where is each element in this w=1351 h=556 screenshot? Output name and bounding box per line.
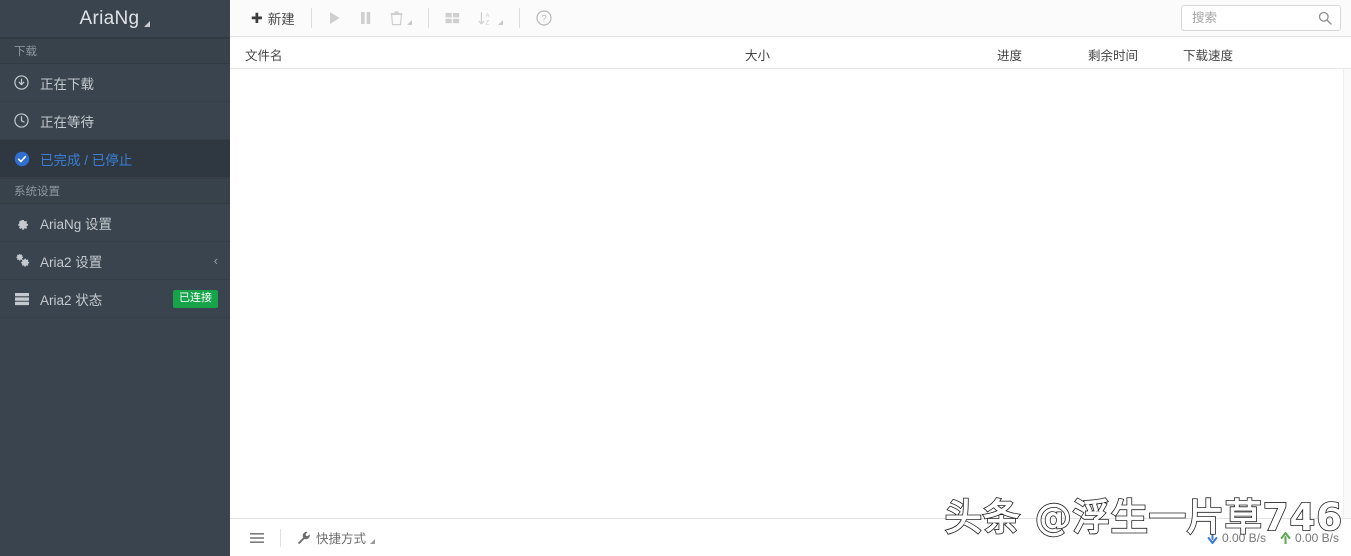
logo-caret-icon xyxy=(144,20,151,27)
help-circle-icon: ? xyxy=(536,10,552,26)
sidebar-item-label: 正在等待 xyxy=(40,114,94,130)
sidebar-section-label: 系统设置 xyxy=(14,186,60,198)
toolbar-divider xyxy=(427,8,429,28)
chevron-left-icon[interactable]: ‹ xyxy=(214,254,218,267)
gear-icon xyxy=(14,215,36,231)
chevron-down-icon[interactable] xyxy=(406,19,412,25)
sidebar-filler xyxy=(0,318,230,556)
status-badge: 已连接 xyxy=(173,289,218,308)
status-bar: 快捷方式 0.00 B/s 0.00 B/s xyxy=(230,518,1351,556)
column-header-progress[interactable]: 进度 xyxy=(997,45,1022,64)
sidebar-item-label: Aria2 设置 xyxy=(40,254,103,270)
main-panel: ✚ 新建 A Z ? 搜索 文件名 大小 进度 剩余时间 下载速度 快捷方式 0… xyxy=(230,0,1351,556)
trash-icon xyxy=(390,10,403,26)
wrench-icon xyxy=(297,531,311,545)
task-list xyxy=(230,69,1351,518)
search-input[interactable] xyxy=(1190,10,1318,26)
vertical-scrollbar[interactable] xyxy=(1343,69,1351,518)
sidebar-item-label: 正在下载 xyxy=(40,76,94,92)
sidebar-item-downloading[interactable]: 正在下载 xyxy=(0,64,230,102)
chevron-down-icon[interactable] xyxy=(370,539,376,544)
app-logo-text: AriaNg xyxy=(79,7,140,29)
menu-button[interactable] xyxy=(244,526,270,550)
column-header-speed[interactable]: 下载速度 xyxy=(1183,45,1233,64)
gears-icon xyxy=(14,253,36,269)
plus-icon: ✚ xyxy=(251,10,263,26)
svg-text:Z: Z xyxy=(485,20,489,26)
sidebar-section-downloads: 下载 xyxy=(0,38,230,64)
arrow-down-icon xyxy=(1207,531,1218,544)
sidebar-section-settings: 系统设置 xyxy=(0,178,230,204)
sidebar-item-label: AriaNg 设置 xyxy=(40,216,113,232)
download-speed-indicator: 0.00 B/s xyxy=(1207,531,1266,545)
sort-button[interactable]: A Z xyxy=(469,5,512,31)
clock-icon xyxy=(14,113,36,128)
sidebar-item-aria2-settings[interactable]: Aria2 设置 ‹ xyxy=(0,242,230,280)
grid-icon xyxy=(445,12,460,25)
upload-speed-value: 0.00 B/s xyxy=(1294,530,1339,545)
server-icon xyxy=(14,292,36,306)
column-header-filename[interactable]: 文件名 xyxy=(245,45,283,64)
start-button[interactable] xyxy=(319,5,350,31)
sidebar-section-label: 下载 xyxy=(14,46,37,58)
play-icon xyxy=(328,11,341,25)
sidebar-item-waiting[interactable]: 正在等待 xyxy=(0,102,230,140)
toolbar-divider xyxy=(310,8,312,28)
sidebar: AriaNg 下载 正在下载 正在等待 已完成 / 已停止 系统设置 AriaN… xyxy=(0,0,230,556)
check-circle-icon xyxy=(14,151,36,167)
shortcut-button[interactable]: 快捷方式 xyxy=(291,526,381,550)
sidebar-item-aria2-status[interactable]: Aria2 状态 已连接 xyxy=(0,280,230,318)
app-logo[interactable]: AriaNg xyxy=(0,0,230,38)
sort-alpha-icon: A Z xyxy=(478,11,494,26)
sidebar-item-finished-stopped[interactable]: 已完成 / 已停止 xyxy=(0,140,230,178)
column-header-remaining[interactable]: 剩余时间 xyxy=(1088,45,1138,64)
upload-speed-indicator: 0.00 B/s xyxy=(1280,531,1339,545)
help-button[interactable]: ? xyxy=(527,5,561,31)
search-box[interactable] xyxy=(1181,5,1341,31)
pause-button[interactable] xyxy=(350,5,381,31)
delete-button[interactable] xyxy=(381,5,421,31)
new-task-button[interactable]: ✚ 新建 xyxy=(242,5,304,31)
svg-text:?: ? xyxy=(541,14,546,25)
shortcut-label: 快捷方式 xyxy=(316,532,367,546)
download-speed-value: 0.00 B/s xyxy=(1221,530,1266,545)
arrow-up-icon xyxy=(1280,531,1291,544)
columns-button[interactable] xyxy=(436,5,469,31)
hamburger-icon xyxy=(250,532,264,544)
sidebar-item-label: 已完成 / 已停止 xyxy=(40,152,133,168)
download-circle-icon xyxy=(14,75,36,90)
sidebar-item-ariang-settings[interactable]: AriaNg 设置 xyxy=(0,204,230,242)
table-header: 文件名 大小 进度 剩余时间 下载速度 xyxy=(230,37,1351,69)
chevron-down-icon[interactable] xyxy=(497,19,503,25)
toolbar: ✚ 新建 A Z ? 搜索 xyxy=(230,0,1351,37)
svg-text:A: A xyxy=(485,13,489,19)
sidebar-item-label: Aria2 状态 xyxy=(40,292,103,308)
pause-icon xyxy=(359,11,372,25)
search-icon[interactable] xyxy=(1318,11,1332,25)
ariang-app: AriaNg 下载 正在下载 正在等待 已完成 / 已停止 系统设置 AriaN… xyxy=(0,0,1351,556)
speed-indicators: 0.00 B/s 0.00 B/s xyxy=(1207,531,1339,545)
statusbar-divider xyxy=(280,528,281,547)
new-task-label: 新建 xyxy=(267,12,295,27)
toolbar-divider xyxy=(518,8,520,28)
column-header-size[interactable]: 大小 xyxy=(745,45,770,64)
